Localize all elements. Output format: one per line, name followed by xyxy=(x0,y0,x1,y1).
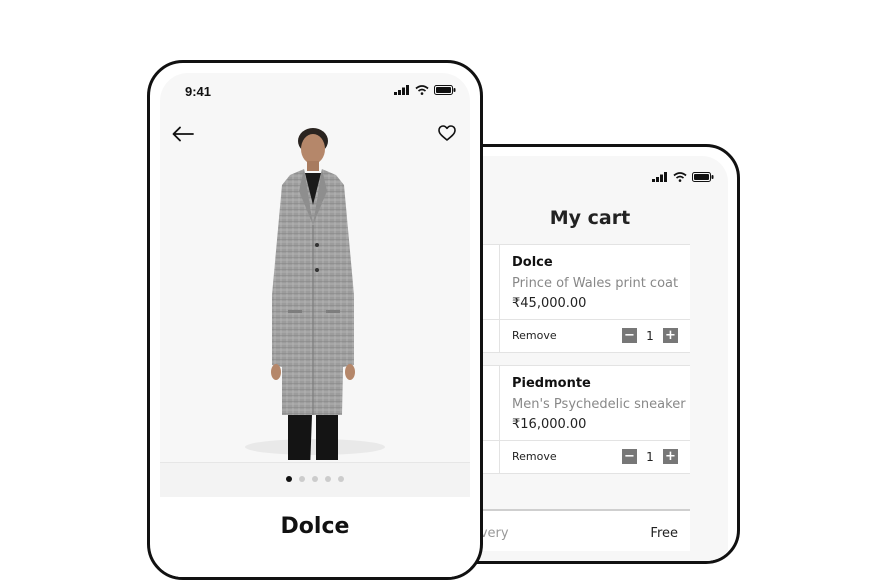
item-brand[interactable]: Piedmonte xyxy=(512,376,686,391)
product-image[interactable] xyxy=(230,125,410,460)
delivery-row: d delivery Free xyxy=(452,509,690,551)
status-icons xyxy=(394,85,456,95)
item-description: Prince of Wales print coat xyxy=(512,276,679,291)
decrease-quantity-button[interactable]: − xyxy=(622,449,637,464)
item-actions: Remove − 1 + xyxy=(452,440,690,473)
heart-icon xyxy=(438,125,456,141)
status-icons xyxy=(652,172,714,182)
increase-quantity-button[interactable]: + xyxy=(663,328,678,343)
item-price: ₹16,000.00 xyxy=(512,417,587,432)
back-arrow-icon xyxy=(172,126,194,142)
battery-icon xyxy=(434,85,456,95)
carousel-dots xyxy=(160,476,470,482)
favorite-button[interactable] xyxy=(438,125,456,146)
product-screen: 9:41 Dolce xyxy=(160,73,470,577)
cart-item: Piedmonte Men's Psychedelic sneaker ₹16,… xyxy=(452,365,690,474)
quantity-value: 1 xyxy=(646,328,654,343)
cart-screen: My cart Dolce Prince of Wales print coat… xyxy=(452,156,728,561)
item-info: Dolce Prince of Wales print coat ₹45,000… xyxy=(512,255,678,311)
wifi-icon xyxy=(415,85,429,95)
status-time: 9:41 xyxy=(185,84,212,99)
increase-quantity-button[interactable]: + xyxy=(663,449,678,464)
product-title-area: Dolce xyxy=(160,497,470,577)
item-info: Piedmonte Men's Psychedelic sneaker ₹16,… xyxy=(512,376,686,432)
quantity-value: 1 xyxy=(646,449,654,464)
decrease-quantity-button[interactable]: − xyxy=(622,328,637,343)
item-actions: Remove − 1 + xyxy=(452,319,690,352)
carousel-dot[interactable] xyxy=(299,476,305,482)
image-carousel-indicator xyxy=(160,462,470,498)
delivery-value: Free xyxy=(650,526,678,541)
item-brand[interactable]: Dolce xyxy=(512,255,678,270)
carousel-dot[interactable] xyxy=(325,476,331,482)
carousel-dot[interactable] xyxy=(338,476,344,482)
cart-phone: My cart Dolce Prince of Wales print coat… xyxy=(440,144,740,564)
quantity-stepper: − 1 + xyxy=(622,328,678,343)
signal-icon xyxy=(394,85,409,95)
signal-icon xyxy=(652,172,667,182)
item-description: Men's Psychedelic sneaker xyxy=(512,397,686,412)
cart-item: Dolce Prince of Wales print coat ₹45,000… xyxy=(452,244,690,353)
carousel-dot[interactable] xyxy=(286,476,292,482)
back-button[interactable] xyxy=(172,126,194,147)
battery-icon xyxy=(692,172,714,182)
item-price: ₹45,000.00 xyxy=(512,296,587,311)
product-phone: 9:41 Dolce xyxy=(147,60,483,580)
carousel-dot[interactable] xyxy=(312,476,318,482)
quantity-stepper: − 1 + xyxy=(622,449,678,464)
cart-title: My cart xyxy=(549,207,631,229)
product-title: Dolce xyxy=(280,514,350,539)
remove-button[interactable]: Remove xyxy=(512,329,557,342)
remove-button[interactable]: Remove xyxy=(512,450,557,463)
wifi-icon xyxy=(673,172,687,182)
